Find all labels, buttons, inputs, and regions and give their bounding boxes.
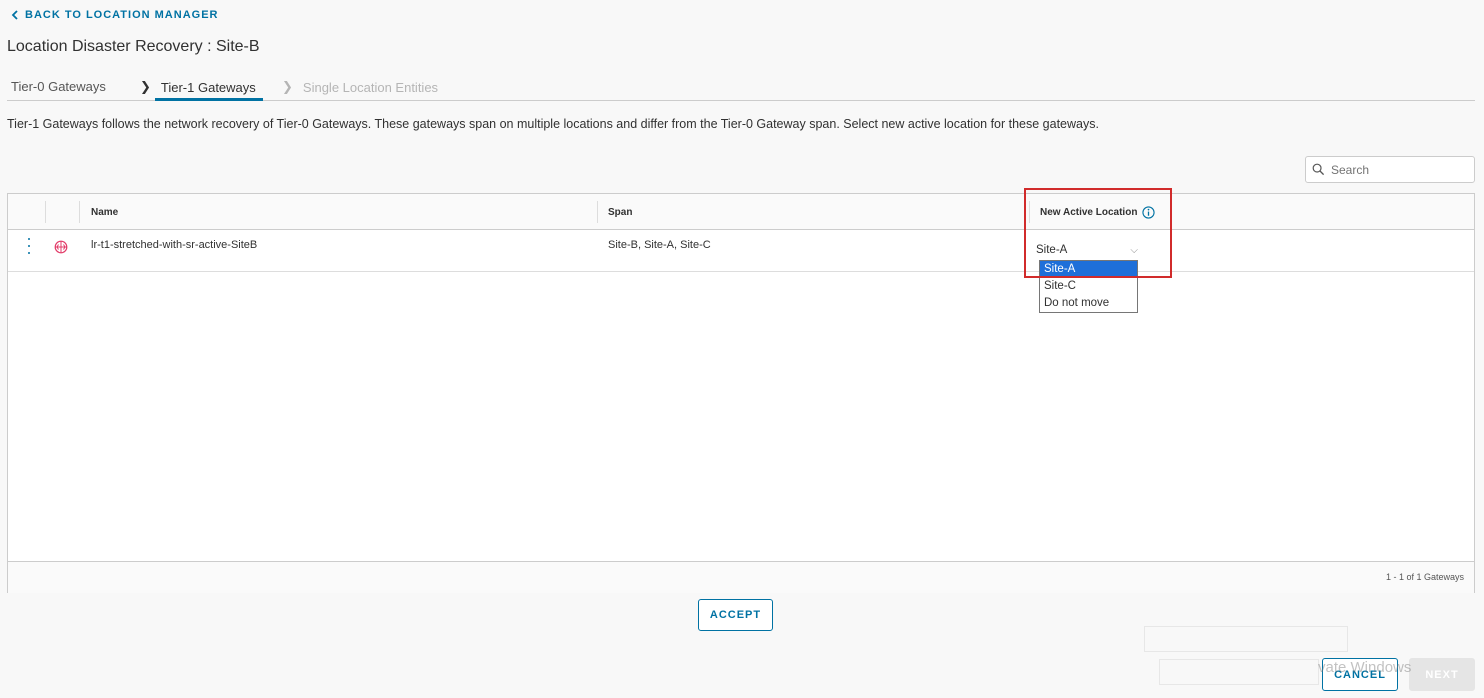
- table-row[interactable]: lr-t1-stretched-with-sr-active-SiteB Sit…: [8, 230, 1474, 272]
- accept-button[interactable]: ACCEPT: [698, 599, 773, 631]
- location-dropdown-list: Site-A Site-C Do not move: [1039, 260, 1138, 313]
- gateway-span: Site-B, Site-A, Site-C: [608, 239, 711, 251]
- dropdown-option-site-c[interactable]: Site-C: [1040, 278, 1137, 295]
- column-header-span[interactable]: Span: [608, 194, 632, 230]
- gateways-table: Name Span New Active Location lr-t1-stre…: [7, 193, 1475, 593]
- wizard-steps: Tier-0 Gateways ❯ Tier-1 Gateways ❯ Sing…: [7, 74, 1475, 101]
- gateway-name: lr-t1-stretched-with-sr-active-SiteB: [91, 239, 258, 251]
- chevron-right-icon: ❯: [282, 79, 293, 94]
- column-header-label: New Active Location: [1040, 206, 1138, 218]
- column-header-name[interactable]: Name: [91, 194, 118, 230]
- step-tier0-gateways[interactable]: Tier-0 Gateways: [11, 79, 106, 94]
- back-link-label: BACK TO LOCATION MANAGER: [25, 9, 219, 21]
- active-step-indicator: [155, 98, 263, 101]
- page-title: Location Disaster Recovery : Site-B: [7, 38, 260, 55]
- search-icon: [1312, 163, 1325, 176]
- info-icon[interactable]: [1142, 205, 1156, 219]
- cancel-button[interactable]: CANCEL: [1322, 658, 1398, 691]
- step-tier1-gateways[interactable]: ❯ Tier-1 Gateways: [140, 79, 256, 95]
- chevron-left-icon: [11, 10, 18, 20]
- back-to-location-manager-link[interactable]: BACK TO LOCATION MANAGER: [11, 9, 218, 21]
- chevron-right-icon: ❯: [140, 79, 151, 94]
- column-separator: [79, 201, 80, 223]
- pagination-count: 1 - 1 of 1 Gateways: [1385, 572, 1464, 582]
- chevron-down-icon: ⌵: [1130, 244, 1138, 256]
- step-label: Tier-0 Gateways: [11, 79, 106, 94]
- table-footer: 1 - 1 of 1 Gateways: [8, 561, 1474, 593]
- new-active-location-select[interactable]: Site-A ⌵: [1036, 242, 1140, 258]
- row-actions-kebab-icon[interactable]: [25, 238, 33, 254]
- column-header-new-active-location[interactable]: New Active Location: [1040, 194, 1156, 230]
- step-single-location-entities: ❯ Single Location Entities: [282, 79, 438, 95]
- column-separator: [1029, 201, 1030, 223]
- search-box[interactable]: [1305, 156, 1475, 183]
- ghost-overlay-box: [1144, 626, 1348, 652]
- select-value: Site-A: [1036, 244, 1068, 256]
- search-input[interactable]: [1331, 162, 1461, 177]
- column-separator: [45, 201, 46, 223]
- description-text: Tier-1 Gateways follows the network reco…: [7, 117, 1099, 131]
- step-label: Single Location Entities: [302, 79, 439, 95]
- gateway-icon: [54, 240, 68, 254]
- column-separator: [597, 201, 598, 223]
- next-button[interactable]: NEXT: [1409, 658, 1475, 691]
- ghost-overlay-box: [1159, 659, 1319, 685]
- step-label: Tier-1 Gateways: [160, 79, 256, 95]
- table-header: Name Span New Active Location: [8, 194, 1474, 230]
- dropdown-option-do-not-move[interactable]: Do not move: [1040, 295, 1137, 312]
- dropdown-option-site-a[interactable]: Site-A: [1040, 261, 1137, 278]
